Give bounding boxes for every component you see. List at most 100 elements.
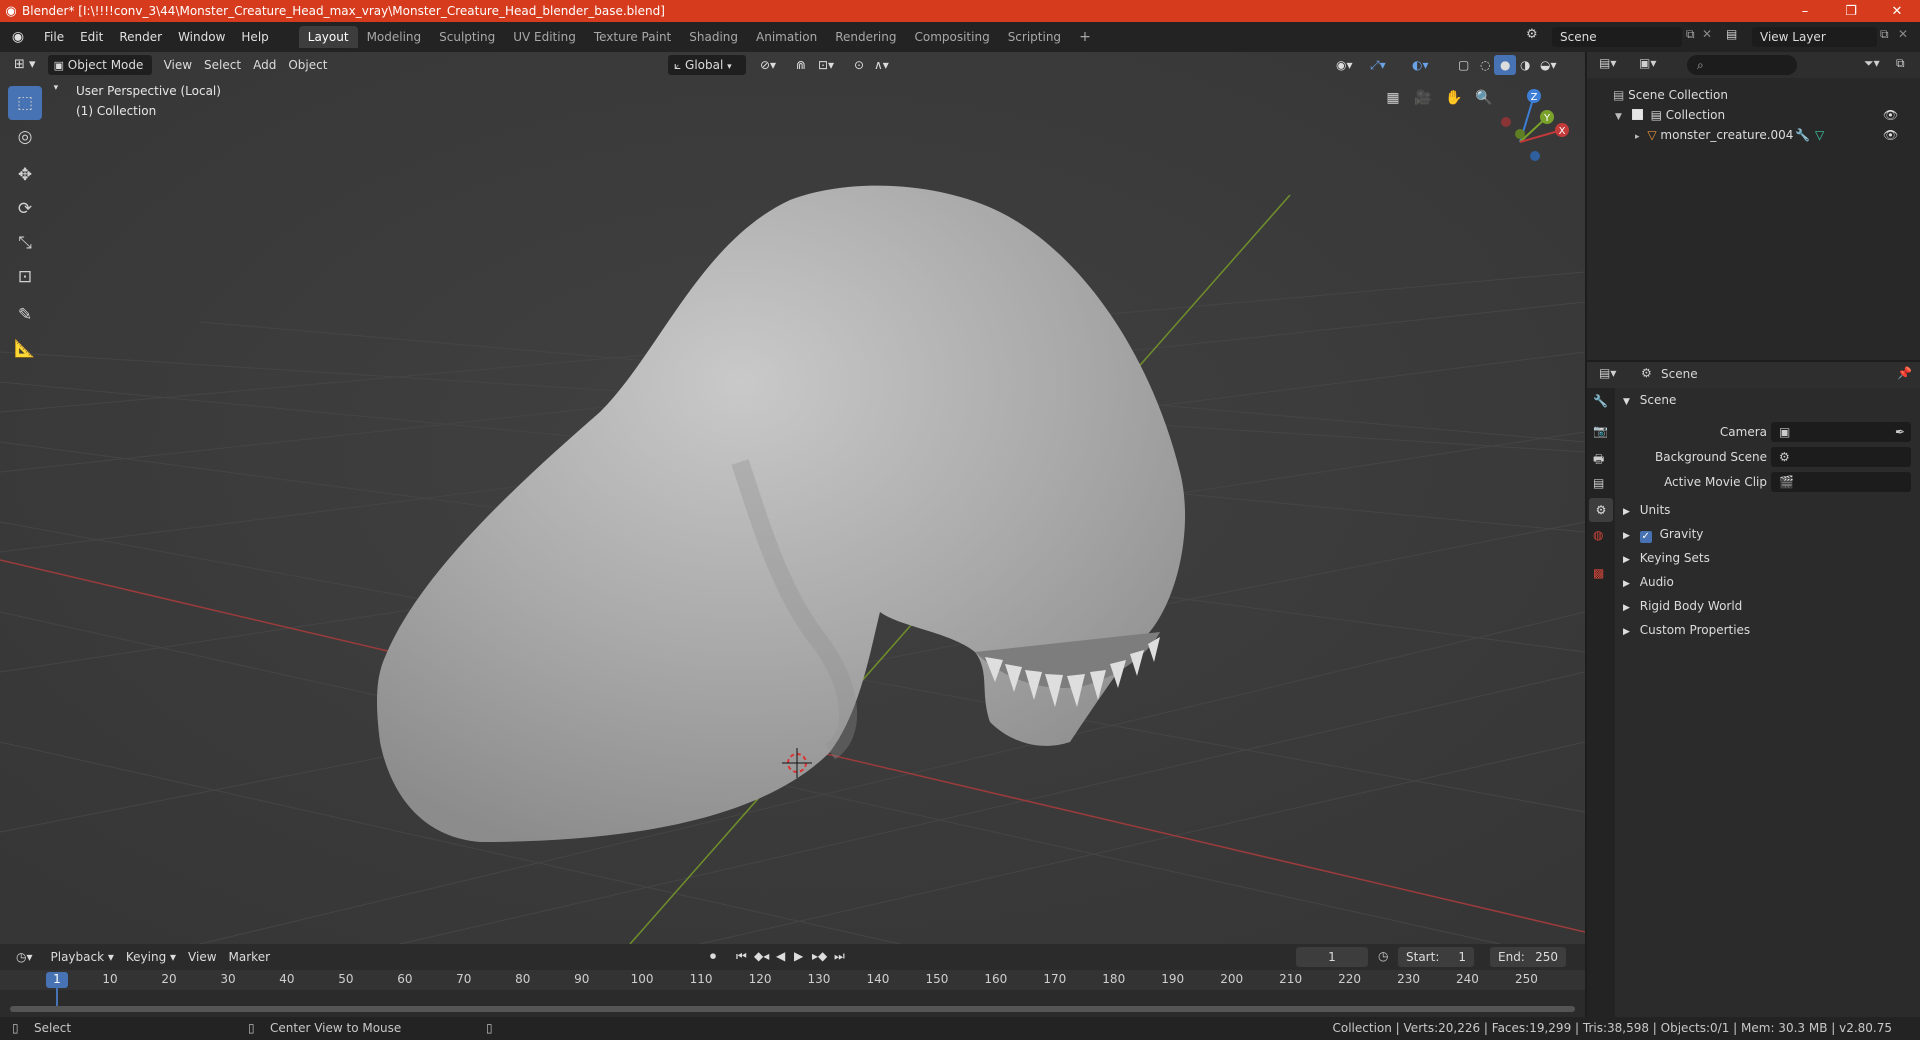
xray-icon[interactable]: ▢ — [1452, 55, 1475, 75]
timeline-editor-type-icon[interactable]: ◷▾ — [10, 947, 39, 967]
camera-view-icon[interactable]: 🎥 — [1409, 84, 1437, 112]
clock-icon[interactable]: ◷ — [1378, 949, 1388, 963]
view-layer-icon[interactable]: ▤ — [1726, 27, 1737, 41]
active-movie-clip-field[interactable]: 🎬 — [1771, 472, 1911, 492]
overlays-toggle-icon[interactable]: ◐▾ — [1406, 55, 1435, 75]
annotate-tool-icon[interactable]: ✎ — [8, 298, 42, 332]
menu-window[interactable]: Window — [170, 26, 233, 48]
next-keyframe-button[interactable]: ▸◆ — [812, 949, 827, 963]
tab-compositing[interactable]: Compositing — [905, 26, 998, 48]
snap-target-icon[interactable]: ⊡▾ — [812, 55, 840, 75]
play-button[interactable]: ▶ — [794, 949, 803, 963]
expand-arrow-icon[interactable]: ▼ — [1615, 112, 1622, 122]
visibility-icon[interactable]: ◉▾ — [1330, 55, 1359, 75]
outliner-search-input[interactable]: ⌕ — [1687, 55, 1797, 75]
timeline-menu-view[interactable]: View — [182, 947, 222, 967]
menu-file[interactable]: File — [36, 26, 72, 48]
scene-selector-icon[interactable]: ⚙ — [1526, 27, 1546, 47]
toggle-grid-view-icon[interactable]: ▦ — [1379, 84, 1407, 112]
gizmo-neg-z-icon[interactable] — [1530, 151, 1540, 161]
start-frame-field[interactable]: Start: 1 — [1398, 947, 1474, 967]
menu-render[interactable]: Render — [111, 26, 170, 48]
audio-panel-header[interactable]: ▶ Audio — [1587, 570, 1920, 594]
transform-orientation-dropdown[interactable]: ⟀ Global ▾ — [668, 55, 746, 75]
tab-layout[interactable]: Layout — [298, 26, 358, 48]
modifier-wrench-icon[interactable]: 🔧 — [1795, 125, 1810, 145]
zoom-view-icon[interactable]: 🔍 — [1470, 84, 1498, 112]
new-view-layer-icon[interactable]: ⧉ — [1880, 27, 1889, 42]
timeline-scrollbar[interactable] — [10, 1006, 1575, 1012]
scale-tool-icon[interactable]: ⤡ — [8, 226, 42, 260]
mode-dropdown[interactable]: ▣ Object Mode ▾ — [47, 55, 152, 93]
eye-icon[interactable]: 👁 — [1883, 125, 1898, 145]
play-reverse-button[interactable]: ◀ — [776, 949, 785, 963]
editor-type-icon[interactable]: ⊞ ▾ — [8, 55, 42, 75]
menu-edit[interactable]: Edit — [72, 26, 111, 48]
move-tool-icon[interactable]: ✥ — [8, 158, 42, 192]
viewport-menu-select[interactable]: Select — [198, 55, 247, 75]
frame-ruler[interactable]: 1 10 20 30 40 50 60 70 80 90 100 110 120 130 140 150 160… — [0, 970, 1585, 1008]
outliner-collection-row[interactable]: ▼ ▤ Collection 👁 — [1615, 105, 1915, 125]
proportional-edit-icon[interactable]: ⊙ — [848, 55, 870, 75]
transform-tool-icon[interactable]: ⊡ — [8, 260, 42, 294]
output-tab-icon[interactable]: 🖶 — [1593, 450, 1604, 471]
tab-modeling[interactable]: Modeling — [358, 26, 431, 48]
render-tab-icon[interactable]: 📷 — [1593, 424, 1608, 438]
mesh-data-icon[interactable]: ▽ — [1815, 125, 1824, 145]
pin-icon[interactable]: 📌 — [1897, 366, 1912, 380]
select-box-tool-icon[interactable]: ⬚ — [8, 86, 42, 120]
viewport-menu-object[interactable]: Object — [282, 55, 333, 75]
scene-field[interactable]: Scene — [1552, 27, 1682, 47]
view-layer-tab-icon[interactable]: ▤ — [1593, 476, 1604, 490]
add-workspace-button[interactable]: + — [1070, 26, 1100, 48]
view-layer-field[interactable]: View Layer — [1752, 27, 1877, 47]
viewport-menu-view[interactable]: View — [158, 55, 198, 75]
rendered-shading-icon[interactable]: ◒▾ — [1534, 55, 1563, 75]
record-button[interactable]: ⏺ — [710, 949, 716, 964]
expand-arrow-icon[interactable]: ▸ — [1635, 132, 1640, 142]
gravity-panel-header[interactable]: ▶ ✓ Gravity — [1587, 522, 1920, 546]
delete-scene-icon[interactable]: ✕ — [1702, 27, 1712, 41]
current-frame-field[interactable]: 1 — [1296, 947, 1368, 967]
prev-keyframe-button[interactable]: ◆◂ — [754, 949, 769, 963]
keying-sets-panel-header[interactable]: ▶ Keying Sets — [1587, 546, 1920, 570]
falloff-icon[interactable]: ∧▾ — [868, 55, 895, 75]
timeline-menu-keying[interactable]: Keying ▾ — [120, 947, 182, 967]
timeline-menu-playback[interactable]: Playback ▾ — [45, 947, 120, 967]
display-mode-icon[interactable]: ▣▾ — [1639, 56, 1656, 70]
cursor-tool-icon[interactable]: ◎ — [8, 120, 42, 154]
background-scene-field[interactable]: ⚙ — [1771, 447, 1911, 467]
tab-texture-paint[interactable]: Texture Paint — [585, 26, 680, 48]
rigid-body-world-panel-header[interactable]: ▶ Rigid Body World — [1587, 594, 1920, 618]
camera-field[interactable]: ▣ ✒ — [1771, 422, 1911, 442]
snap-icon[interactable]: ⋒ — [790, 55, 812, 75]
jump-start-button[interactable]: ⏮ — [736, 949, 747, 964]
minimize-button[interactable]: – — [1782, 0, 1828, 22]
properties-editor-type-icon[interactable]: ▤▾ — [1599, 366, 1616, 380]
eyedropper-icon[interactable]: ✒ — [1895, 422, 1905, 442]
outliner-object-row[interactable]: ▸ ▽ monster_creature.004 🔧 ▽ 👁 — [1635, 125, 1915, 145]
3d-viewport[interactable]: Z Y X ⊞ ▾ ▣ Object Mode ▾ View Select Ad… — [0, 52, 1585, 944]
filter-icon[interactable]: ⏷▾ — [1864, 56, 1880, 71]
gizmo-neg-y-icon[interactable] — [1515, 129, 1525, 139]
gravity-checkbox[interactable]: ✓ — [1639, 531, 1652, 543]
custom-properties-panel-header[interactable]: ▶ Custom Properties — [1587, 618, 1920, 642]
collection-checkbox[interactable] — [1631, 109, 1643, 120]
new-collection-icon[interactable]: ⧉ — [1896, 56, 1905, 71]
units-panel-header[interactable]: ▶ Units — [1587, 498, 1920, 522]
outliner-scene-collection[interactable]: ▤ Scene Collection — [1613, 85, 1728, 105]
timeline-menu-marker[interactable]: Marker — [223, 947, 276, 967]
gizmo-toggle-icon[interactable]: ⤢▾ — [1364, 55, 1392, 75]
maximize-button[interactable]: ❐ — [1828, 0, 1874, 22]
new-scene-icon[interactable]: ⧉ — [1686, 27, 1695, 42]
blender-menu-icon[interactable]: ◉ — [0, 29, 36, 45]
tab-scripting[interactable]: Scripting — [999, 26, 1070, 48]
tab-uv-editing[interactable]: UV Editing — [504, 26, 585, 48]
viewport-menu-add[interactable]: Add — [247, 55, 282, 75]
delete-view-layer-icon[interactable]: ✕ — [1898, 27, 1908, 41]
end-frame-field[interactable]: End: 250 — [1490, 947, 1566, 967]
menu-help[interactable]: Help — [233, 26, 276, 48]
pivot-point-icon[interactable]: ⊘▾ — [754, 55, 782, 75]
tab-sculpting[interactable]: Sculpting — [430, 26, 504, 48]
close-button[interactable]: ✕ — [1874, 0, 1920, 22]
